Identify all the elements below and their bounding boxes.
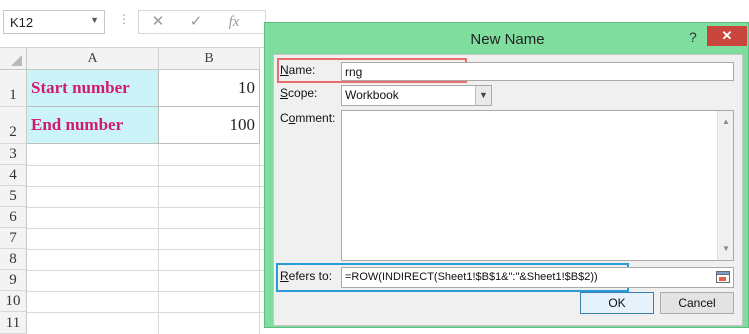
column-header-b[interactable]: B [159,48,260,70]
dialog-title: New Name [470,31,545,48]
scroll-up-icon[interactable]: ▲ [718,113,734,131]
row-header-3[interactable]: 3 [0,144,27,165]
formula-bar-buttons: ✕ ✓ fx [138,10,266,34]
enter-entry-icon[interactable]: ✓ [183,11,209,33]
comment-label-first: C [280,111,289,125]
name-label: Name: [280,63,315,77]
name-box[interactable]: K12 ▼ [3,10,105,34]
name-label-accesskey: N [280,63,289,77]
refers-to-input[interactable]: =ROW(INDIRECT(Sheet1!$B$1&":"&Sheet1!$B$… [341,267,734,288]
close-button[interactable]: ✕ [707,26,747,46]
scope-label: Scope: [280,86,317,100]
row-header-6[interactable]: 6 [0,207,27,228]
refers-to-label-accesskey: R [280,269,289,283]
dialog-body: Name: rng Scope: Workbook ▼ Comment: ▲ ▼… [273,54,743,326]
scope-label-accesskey: S [280,86,289,100]
row-header-4[interactable]: 4 [0,165,27,186]
cancel-button[interactable]: Cancel [660,292,734,314]
refers-to-label-rest: efers to: [288,269,333,283]
select-all-triangle-icon [11,55,22,66]
scope-label-rest: cope: [288,86,318,100]
cell-b2[interactable]: 100 [159,107,260,144]
row-header-9[interactable]: 9 [0,270,27,291]
cell-b1[interactable]: 10 [159,70,260,107]
cell-a2[interactable]: End number [27,107,159,144]
column-header-a[interactable]: A [27,48,159,70]
select-all-corner[interactable] [0,48,27,70]
name-label-rest: ame: [288,63,316,77]
row-header-8[interactable]: 8 [0,249,27,270]
row-header-1[interactable]: 1 [0,70,27,107]
help-icon[interactable]: ? [689,29,697,45]
insert-function-icon[interactable]: fx [221,11,247,33]
refers-to-label: Refers to: [280,269,332,283]
row-header-11[interactable]: 11 [0,312,27,334]
collapse-dialog-button[interactable] [715,269,732,286]
name-box-value: K12 [10,15,34,30]
formula-bar-resize-dots[interactable]: ⋮ [118,12,131,26]
cell-a1[interactable]: Start number [27,70,159,107]
refers-to-value: =ROW(INDIRECT(Sheet1!$B$1&":"&Sheet1!$B$… [345,271,598,283]
ok-button[interactable]: OK [580,292,654,314]
cancel-entry-icon[interactable]: ✕ [145,11,171,33]
row-header-5[interactable]: 5 [0,186,27,207]
scroll-down-icon[interactable]: ▼ [718,240,734,258]
scope-select[interactable]: Workbook ▼ [341,85,492,106]
chevron-down-icon[interactable]: ▼ [475,86,491,105]
row-header-7[interactable]: 7 [0,228,27,249]
row-header-10[interactable]: 10 [0,291,27,312]
name-input[interactable]: rng [341,62,734,81]
scope-select-value: Workbook [345,88,399,102]
range-select-icon [716,271,730,283]
name-box-dropdown-icon[interactable]: ▼ [90,15,99,25]
comment-label-rest: mment: [295,111,336,125]
comment-label: Comment: [280,111,335,125]
empty-grid-lines [27,144,267,334]
comment-textarea[interactable]: ▲ ▼ [341,110,734,261]
row-header-2[interactable]: 2 [0,107,27,144]
new-name-dialog: New Name ? ✕ Name: rng Scope: Workbook ▼… [264,22,749,328]
comment-scrollbar[interactable]: ▲ ▼ [717,111,733,260]
